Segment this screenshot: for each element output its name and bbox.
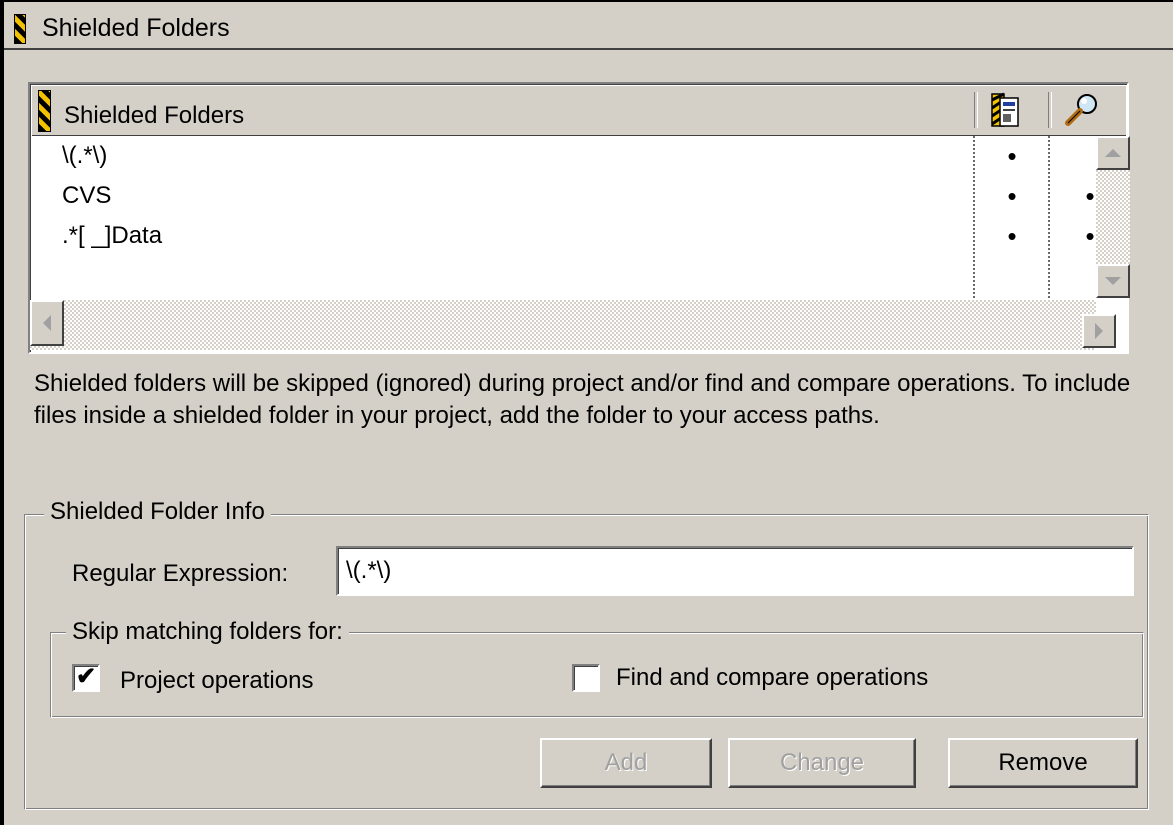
folder-pattern: .*[ _]Data xyxy=(62,222,163,249)
list-item[interactable]: .*[ _]Data • • xyxy=(32,216,1122,256)
list-item[interactable]: \(.*\) • xyxy=(32,136,1122,176)
add-button[interactable]: Add xyxy=(540,738,712,788)
folder-pattern: \(.*\) xyxy=(62,142,108,169)
arrow-right-icon xyxy=(1095,323,1103,339)
remove-button[interactable]: Remove xyxy=(948,738,1138,788)
find-compare-operations-checkbox[interactable] xyxy=(572,664,600,692)
find-compare-operations-label[interactable]: Find and compare operations xyxy=(616,664,928,692)
title-bar: Shielded Folders xyxy=(4,2,1173,50)
group-label-folder-info: Shielded Folder Info xyxy=(44,498,271,526)
arrow-up-icon xyxy=(1105,149,1121,157)
project-flag: • xyxy=(1007,221,1017,251)
arrow-down-icon xyxy=(1105,277,1121,285)
scroll-right-button[interactable] xyxy=(1082,314,1116,348)
regex-input[interactable] xyxy=(336,546,1134,596)
arrow-left-icon xyxy=(43,315,51,331)
list-header: Shielded Folders xyxy=(32,86,1126,136)
scroll-up-button[interactable] xyxy=(1096,136,1130,170)
group-label-skip-matching: Skip matching folders for: xyxy=(66,618,349,646)
magnifier-icon[interactable] xyxy=(1062,90,1102,130)
change-button[interactable]: Change xyxy=(728,738,916,788)
project-file-icon[interactable] xyxy=(984,90,1024,130)
column-separator[interactable] xyxy=(1048,92,1052,128)
window-title: Shielded Folders xyxy=(42,14,230,42)
vertical-scrollbar[interactable] xyxy=(1096,136,1130,298)
column-separator[interactable] xyxy=(974,92,978,128)
folder-pattern: CVS xyxy=(62,182,112,209)
shielded-folders-window: Shielded Folders Shielded Folders \(.*\)… xyxy=(0,0,1173,825)
hazard-stripe-icon xyxy=(38,90,51,132)
column-header-shielded-folders[interactable]: Shielded Folders xyxy=(64,103,244,129)
list-rows: \(.*\) • CVS • • .*[ _]Data • • xyxy=(32,136,1126,302)
list-item[interactable]: CVS • • xyxy=(32,176,1122,216)
regex-label: Regular Expression: xyxy=(72,560,289,587)
description-text: Shielded folders will be skipped (ignore… xyxy=(34,370,1131,429)
project-operations-label[interactable]: Project operations xyxy=(120,667,313,695)
hazard-stripe-icon xyxy=(14,14,26,44)
project-flag: • xyxy=(1007,141,1017,171)
scroll-left-button[interactable] xyxy=(30,300,64,346)
window-edge xyxy=(0,0,4,825)
project-flag: • xyxy=(1007,181,1017,211)
project-operations-checkbox[interactable]: ✔ xyxy=(72,664,100,692)
horizontal-scrollbar[interactable] xyxy=(30,300,1116,350)
scroll-down-button[interactable] xyxy=(1096,264,1130,298)
